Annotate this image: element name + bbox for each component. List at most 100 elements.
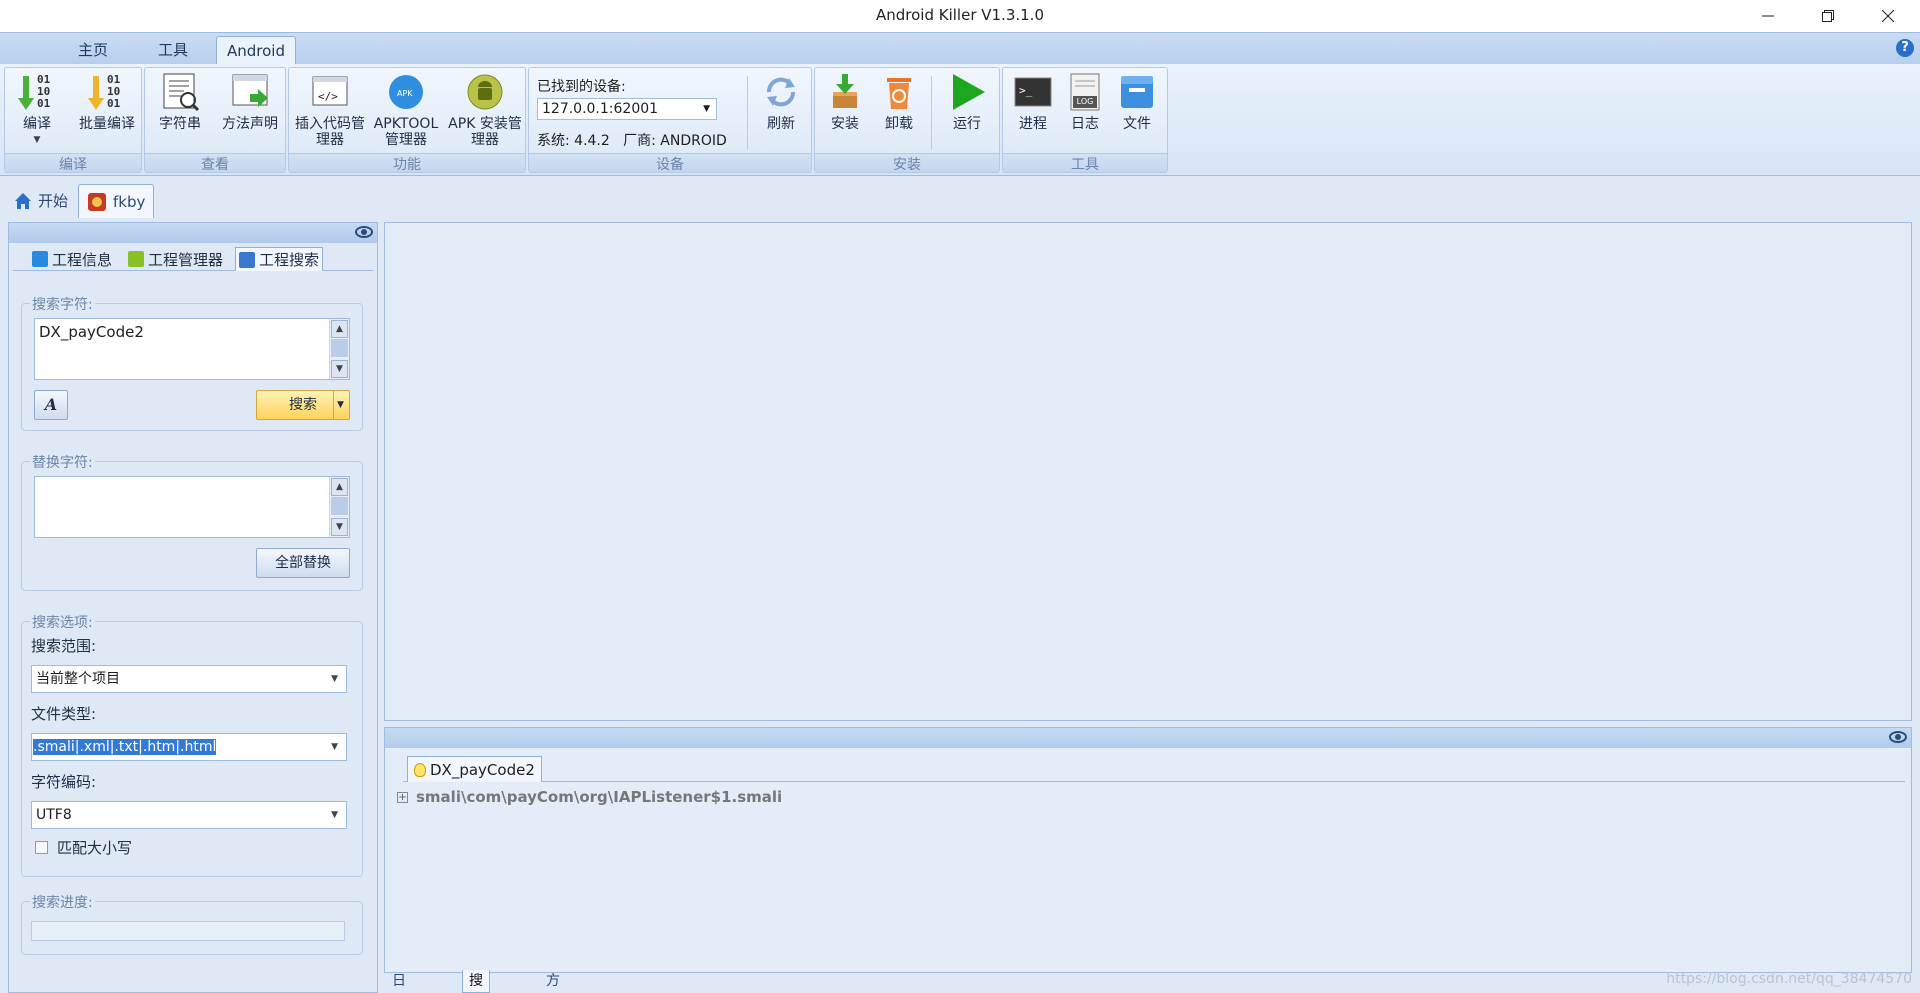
search-icon xyxy=(239,251,255,268)
log-icon: LOG xyxy=(1065,72,1105,112)
eye-icon[interactable] xyxy=(355,226,373,238)
font-button[interactable]: A xyxy=(34,390,68,420)
batch-compile-button[interactable]: 01 10 01 批量编译 xyxy=(77,70,137,133)
minimize-button[interactable] xyxy=(1740,0,1796,32)
search-input-value: DX_payCode2 xyxy=(39,323,144,341)
apk-install-manager-button[interactable]: APK 安装管理器 xyxy=(447,70,523,148)
scroll-down-icon[interactable]: ▼ xyxy=(331,518,348,536)
tab-method-refs[interactable]: 方法引用 xyxy=(540,970,566,993)
device-info: 系统: 4.4.2 厂商: ANDROID xyxy=(537,133,727,149)
font-icon: A xyxy=(44,395,58,414)
tab-project-manager-label: 工程管理器 xyxy=(148,250,224,269)
replace-fieldset: 替换字符: ▲ ▼ 全部替换 xyxy=(21,452,363,591)
method-desc-button[interactable]: 方法声明 xyxy=(219,70,281,132)
insert-code-button[interactable]: </> 插入代码管理器 xyxy=(293,70,367,148)
strings-button[interactable]: 字符串 xyxy=(149,70,211,132)
apktool-button[interactable]: APK APKTOOL管理器 xyxy=(369,70,443,148)
tab-project-search-label: 工程搜索 xyxy=(259,251,320,269)
device-select[interactable]: 127.0.0.1:62001 ▼ xyxy=(537,98,717,120)
result-tab-label: DX_payCode2 xyxy=(430,760,535,779)
window-title: Android Killer V1.3.1.0 xyxy=(875,6,1044,24)
device-select-value: 127.0.0.1:62001 xyxy=(542,101,659,117)
tab-project-info[interactable]: 工程信息 xyxy=(29,247,115,271)
replace-input-scrollbar[interactable]: ▲ ▼ xyxy=(329,477,349,537)
play-icon xyxy=(947,72,987,112)
tab-project-manager[interactable]: 工程管理器 xyxy=(125,247,226,271)
match-case-checkbox[interactable] xyxy=(35,841,48,854)
results-pane: DX_payCode2 + smali\com\payCom\org\IAPLi… xyxy=(384,727,1912,973)
result-tab[interactable]: DX_payCode2 xyxy=(407,756,542,782)
uninstall-button[interactable]: 卸载 xyxy=(871,70,927,132)
scope-select[interactable]: 当前整个项目 ▼ xyxy=(31,665,347,693)
tab-search-results[interactable]: 搜索结果 xyxy=(462,970,490,993)
replace-all-button[interactable]: 全部替换 xyxy=(256,548,350,578)
method-desc-icon xyxy=(230,72,270,112)
tab-project-info-label: 工程信息 xyxy=(52,250,113,269)
scope-label: 搜索范围: xyxy=(31,637,97,655)
search-progress-bar xyxy=(31,921,345,941)
device-label: 已找到的设备: xyxy=(537,79,626,95)
run-button[interactable]: 运行 xyxy=(939,70,995,132)
svg-text:>_: >_ xyxy=(1019,84,1033,97)
batch-compile-label: 批量编译 xyxy=(79,116,135,132)
folder-icon xyxy=(1117,72,1157,112)
refresh-button[interactable]: 刷新 xyxy=(753,70,809,132)
help-icon[interactable]: ? xyxy=(1896,39,1914,57)
scroll-thumb[interactable] xyxy=(331,339,348,357)
eye-icon[interactable] xyxy=(1889,731,1907,743)
group-label-device: 设备 xyxy=(529,153,811,173)
group-label-tools: 工具 xyxy=(1003,153,1167,173)
compile-icon: 01 10 01 xyxy=(17,72,57,112)
svg-text:APK: APK xyxy=(397,89,413,98)
search-input-scrollbar[interactable]: ▲ ▼ xyxy=(329,319,349,379)
restore-icon xyxy=(1822,10,1834,22)
tab-tools[interactable]: 工具 xyxy=(148,36,198,65)
scroll-down-icon[interactable]: ▼ xyxy=(331,360,348,378)
document-tab-bar: 开始 fkby xyxy=(0,182,1920,218)
file-button[interactable]: 文件 xyxy=(1111,70,1163,132)
scroll-thumb[interactable] xyxy=(331,497,348,515)
filetype-value: .smali|.xml|.txt|.htm|.html xyxy=(33,739,217,755)
restore-button[interactable] xyxy=(1800,0,1856,32)
tab-log-output[interactable]: 日志输出 xyxy=(386,970,412,993)
encoding-select[interactable]: UTF8 ▼ xyxy=(31,801,347,829)
expand-icon[interactable]: + xyxy=(397,791,408,803)
tab-project-search[interactable]: 工程搜索 xyxy=(235,247,324,271)
search-fieldset: 搜索字符: DX_payCode2 ▲ ▼ A 搜索 ▼ xyxy=(21,294,363,431)
tab-home[interactable]: 主页 xyxy=(68,36,118,65)
close-button[interactable] xyxy=(1860,0,1916,32)
install-label: 安装 xyxy=(831,116,859,132)
group-label-view: 查看 xyxy=(145,153,285,173)
insert-code-label: 插入代码管理器 xyxy=(295,116,365,148)
process-button[interactable]: >_ 进程 xyxy=(1007,70,1059,132)
android-icon xyxy=(465,72,505,112)
minimize-icon xyxy=(1762,15,1774,17)
install-button[interactable]: 安装 xyxy=(817,70,873,132)
tab-fkby-label: fkby xyxy=(113,192,146,211)
chevron-down-icon[interactable]: ▼ xyxy=(333,391,347,419)
scroll-up-icon[interactable]: ▲ xyxy=(331,320,348,338)
strings-icon xyxy=(160,72,200,112)
strings-label: 字符串 xyxy=(159,116,201,132)
replace-input[interactable]: ▲ ▼ xyxy=(34,476,350,538)
group-view: 字符串 方法声明 查看 xyxy=(144,67,286,173)
search-button[interactable]: 搜索 ▼ xyxy=(256,390,350,420)
filetype-label: 文件类型: xyxy=(31,705,97,723)
group-label-function: 功能 xyxy=(289,153,525,173)
tab-start[interactable]: 开始 xyxy=(6,184,76,218)
divider xyxy=(931,76,932,150)
terminal-icon: >_ xyxy=(1013,72,1053,112)
tab-fkby[interactable]: fkby xyxy=(78,184,155,218)
filetype-select[interactable]: .smali|.xml|.txt|.htm|.html ▼ xyxy=(31,733,347,761)
log-button[interactable]: LOG 日志 xyxy=(1059,70,1111,132)
app-icon xyxy=(88,192,106,211)
code-icon: </> xyxy=(310,72,350,112)
group-install: 安装 卸载 运行 安装 xyxy=(814,67,1000,173)
tree-row[interactable]: + smali\com\payCom\org\IAPListener$1.sma… xyxy=(397,788,782,806)
compile-button[interactable]: 01 10 01 编译 ▼ xyxy=(9,70,65,148)
search-input[interactable]: DX_payCode2 ▲ ▼ xyxy=(34,318,350,380)
match-case-label: 匹配大小写 xyxy=(57,839,133,857)
info-icon xyxy=(32,251,48,267)
scroll-up-icon[interactable]: ▲ xyxy=(331,478,348,496)
tab-android[interactable]: Android xyxy=(216,36,296,65)
